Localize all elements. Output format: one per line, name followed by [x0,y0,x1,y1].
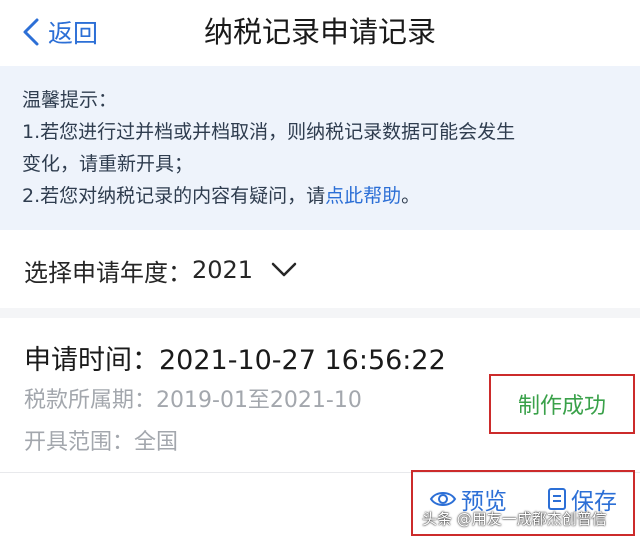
apply-time: 申请时间：2021-10-27 16:56:22 [24,338,446,377]
tips-line-2: 变化，请重新开具； [22,153,194,175]
year-select-label: 选择申请年度： [24,258,192,287]
issue-scope: 开具范围：全国 [24,424,178,456]
tips-line-3-suffix: 。 [401,185,421,207]
page-title: 纳税记录申请记录 [203,15,436,49]
tips-line-3: 2.若您对纳税记录的内容有疑问，请点此帮助。 [22,180,618,212]
status-highlight-box: 制作成功 [489,374,635,434]
year-select-value: 2021 [192,256,254,284]
watermark: 头条 @用友一成都杰创普信 [422,510,607,528]
eye-icon [429,492,457,506]
tax-period-label: 税款所属期： [24,388,157,413]
tips-panel: 温馨提示： 1.若您进行过并档或并档取消，则纳税记录数据可能会发生 变化，请重新… [0,66,640,230]
section-divider [0,308,640,318]
tips-line-1: 1.若您进行过并档或并档取消，则纳税记录数据可能会发生 [22,121,516,143]
year-select[interactable]: 选择申请年度： 2021 [0,232,640,308]
chevron-down-icon [271,262,297,277]
tips-heading: 温馨提示： [22,89,118,111]
issue-scope-value: 全国 [134,430,179,455]
navigation-bar: 返回 纳税记录申请记录 [0,0,640,64]
tax-period-value: 2019-01至2021-10 [156,388,362,413]
apply-time-value: 2021-10-27 16:56:22 [159,345,446,376]
apply-time-label: 申请时间： [24,345,159,376]
status-badge: 制作成功 [517,394,606,419]
help-link[interactable]: 点此帮助 [325,185,401,207]
issue-scope-label: 开具范围： [24,430,135,455]
tips-line-3-prefix: 2.若您对纳税记录的内容有疑问，请 [22,185,326,207]
tax-period: 税款所属期：2019-01至2021-10 [24,382,362,414]
